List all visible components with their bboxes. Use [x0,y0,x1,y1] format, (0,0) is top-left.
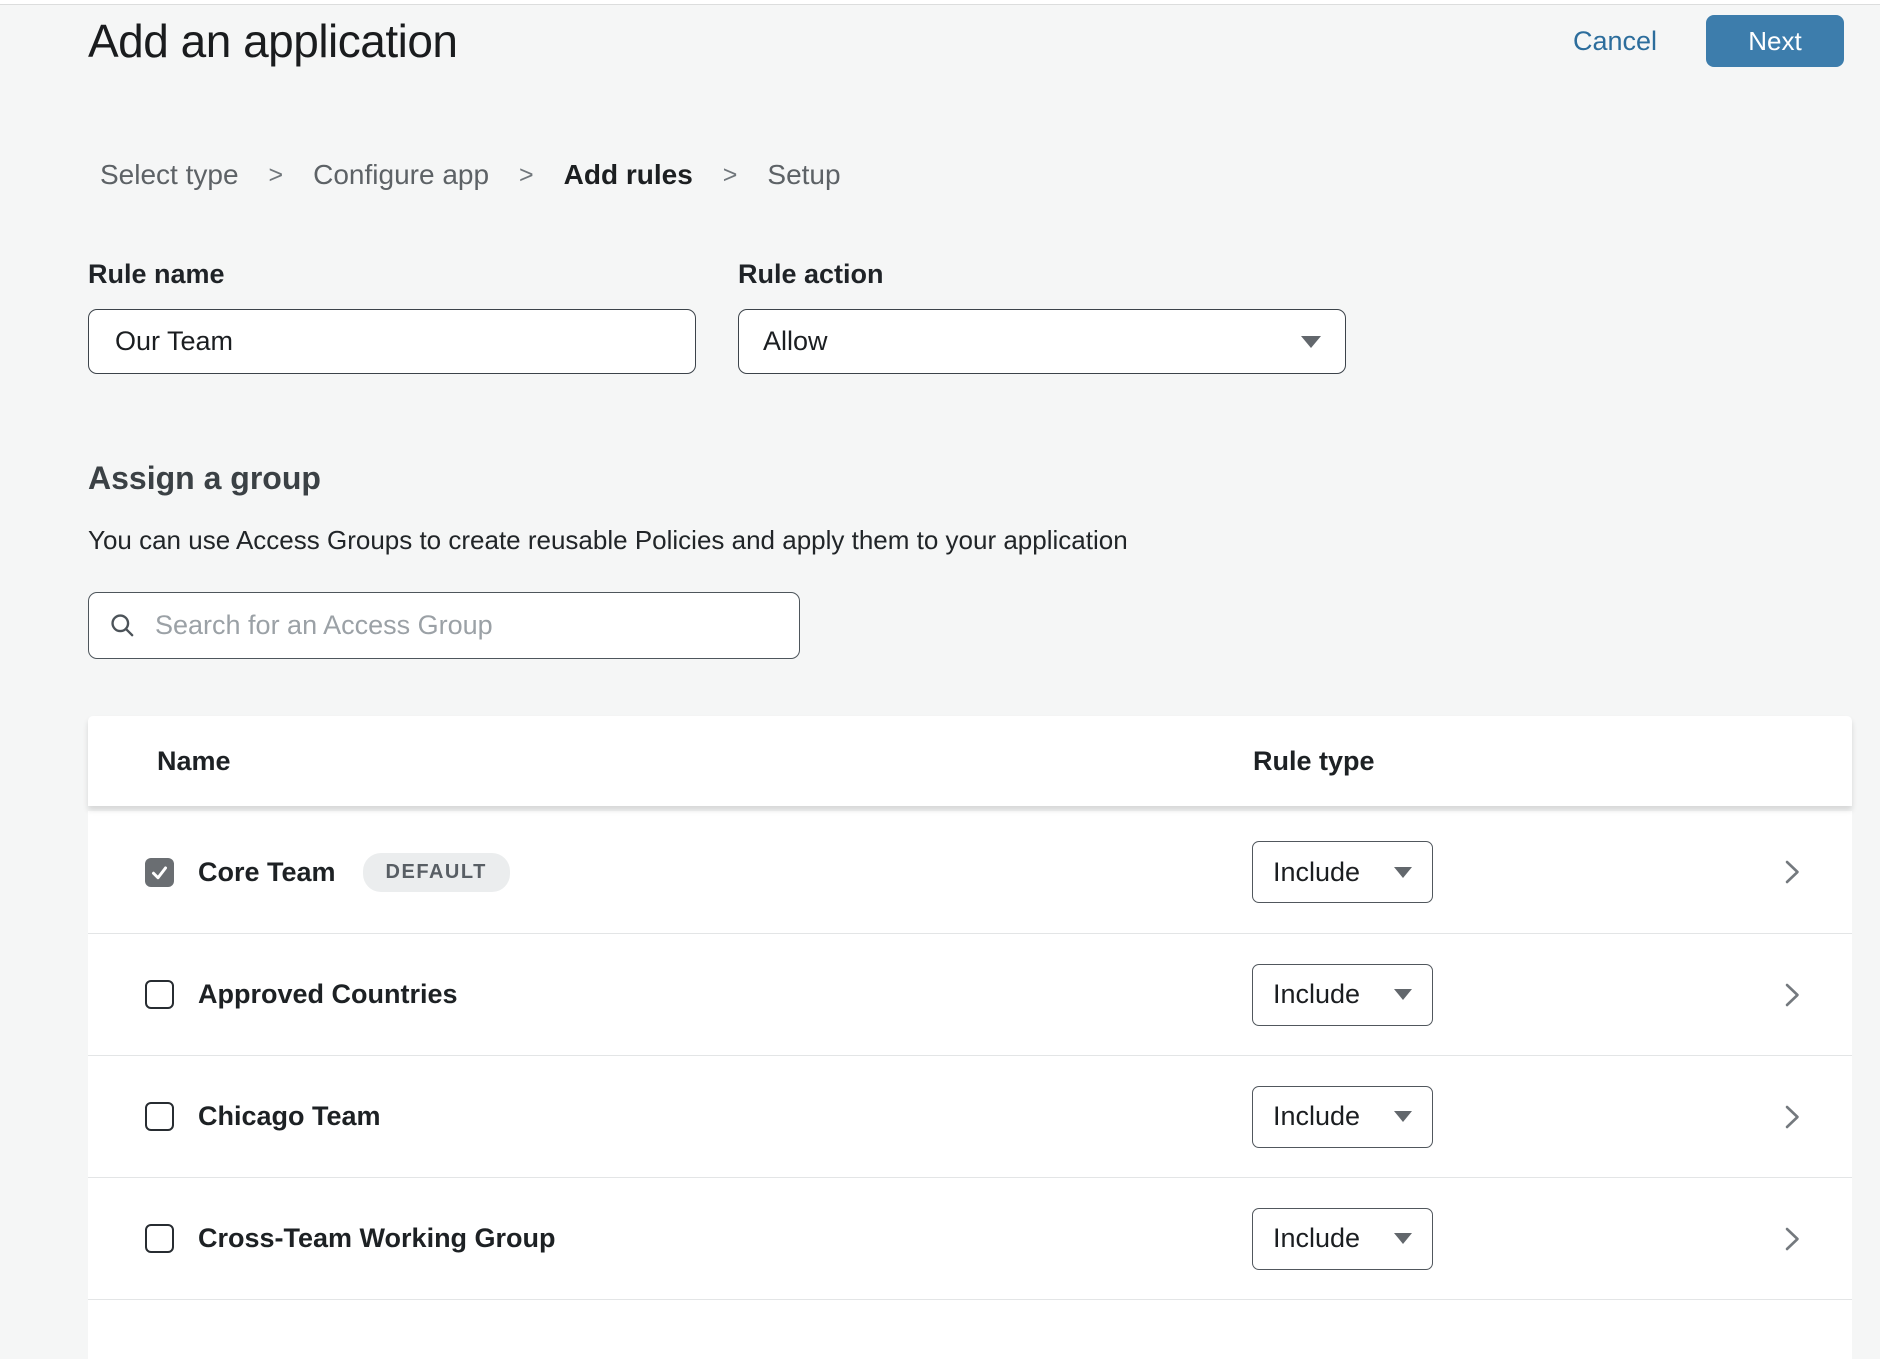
chevron-down-icon [1394,867,1412,878]
page-header: Add an application Cancel Next [0,13,1880,69]
table-row: Core Team DEFAULT Include [88,811,1852,933]
access-group-search [88,592,800,659]
row-expand-chevron[interactable] [1780,856,1804,888]
breadcrumb: Select type > Configure app > Add rules … [100,159,1880,191]
assign-group-heading: Assign a group [88,460,1880,497]
rule-action-value: Allow [763,326,828,357]
chevron-down-icon [1301,336,1321,348]
row-checkbox-unchecked[interactable] [145,1102,174,1131]
table-row: Chicago Team Include [88,1055,1852,1177]
rule-type-select[interactable]: Include [1252,964,1433,1026]
row-expand-chevron[interactable] [1780,1223,1804,1255]
default-badge: DEFAULT [363,853,510,892]
breadcrumb-separator: > [269,161,284,190]
search-icon [109,612,137,640]
rule-action-field-group: Rule action Allow [738,259,1346,374]
window-top-edge [0,0,1880,5]
chevron-down-icon [1394,1233,1412,1244]
chevron-right-icon [1780,856,1804,888]
step-setup[interactable]: Setup [767,159,840,191]
rule-action-select[interactable]: Allow [738,309,1346,374]
assign-group-description: You can use Access Groups to create reus… [88,525,1880,556]
row-checkbox-checked[interactable] [145,858,174,887]
chevron-right-icon [1780,979,1804,1011]
group-name: Approved Countries [198,979,458,1010]
table-header: Name Rule type [88,716,1852,806]
checkmark-icon [149,862,170,883]
rule-type-select[interactable]: Include [1252,841,1433,903]
page-title: Add an application [88,14,458,68]
step-configure-app[interactable]: Configure app [313,159,489,191]
row-expand-chevron[interactable] [1780,979,1804,1011]
group-name: Core Team [198,857,336,888]
chevron-right-icon [1780,1223,1804,1255]
rule-type-select[interactable]: Include [1252,1208,1433,1270]
cancel-button[interactable]: Cancel [1573,26,1657,57]
rule-form: Rule name Rule action Allow [88,259,1880,374]
rule-action-label: Rule action [738,259,1346,290]
table-body: Core Team DEFAULT Include Approved Count… [88,811,1852,1359]
column-header-rule-type: Rule type [1253,746,1375,777]
table-row-partial [88,1299,1852,1359]
rule-type-select[interactable]: Include [1252,1086,1433,1148]
rule-type-value: Include [1273,857,1360,888]
step-select-type[interactable]: Select type [100,159,239,191]
group-name: Cross-Team Working Group [198,1223,556,1254]
column-header-name: Name [157,746,231,777]
group-name: Chicago Team [198,1101,381,1132]
table-row: Cross-Team Working Group Include [88,1177,1852,1299]
rule-name-label: Rule name [88,259,696,290]
breadcrumb-separator: > [519,161,534,190]
chevron-right-icon [1780,1101,1804,1133]
rule-name-input-wrap [88,309,696,374]
access-groups-table: Name Rule type Core Team DEFAULT Include [88,716,1852,1359]
rule-type-value: Include [1273,979,1360,1010]
chevron-down-icon [1394,989,1412,1000]
table-row: Approved Countries Include [88,933,1852,1055]
rule-name-field-group: Rule name [88,259,696,374]
row-checkbox-unchecked[interactable] [145,1224,174,1253]
rule-type-value: Include [1273,1101,1360,1132]
breadcrumb-separator: > [723,161,738,190]
chevron-down-icon [1394,1111,1412,1122]
rule-type-value: Include [1273,1223,1360,1254]
rule-name-input[interactable] [113,325,671,358]
search-input[interactable] [153,609,779,642]
next-button[interactable]: Next [1706,15,1844,67]
row-expand-chevron[interactable] [1780,1101,1804,1133]
step-add-rules[interactable]: Add rules [564,159,693,191]
row-checkbox-unchecked[interactable] [145,980,174,1009]
